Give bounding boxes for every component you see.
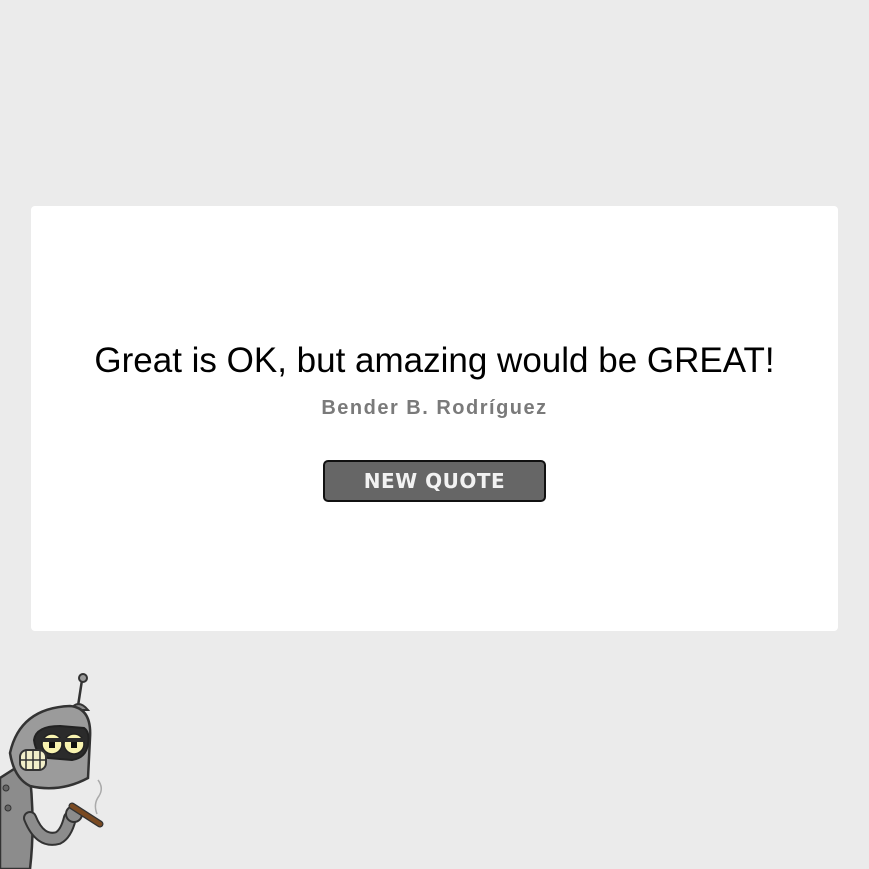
quote-card: Great is OK, but amazing would be GREAT!…	[31, 206, 838, 631]
bender-robot-icon	[0, 673, 104, 869]
quote-author: Bender B. Rodríguez	[321, 397, 548, 419]
page: Great is OK, but amazing would be GREAT!…	[0, 0, 869, 869]
quote-text: Great is OK, but amazing would be GREAT!	[94, 341, 775, 380]
new-quote-button[interactable]: NEW QUOTE	[323, 460, 546, 502]
